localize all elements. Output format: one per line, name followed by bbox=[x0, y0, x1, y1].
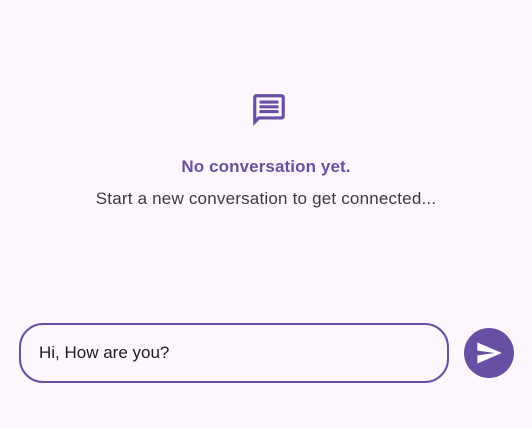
chat-screen: No conversation yet. Start a new convers… bbox=[0, 0, 532, 428]
message-input[interactable] bbox=[19, 323, 449, 383]
chat-bubble-icon bbox=[253, 94, 285, 126]
send-button[interactable] bbox=[464, 328, 514, 378]
empty-state-subtitle: Start a new conversation to get connecte… bbox=[95, 189, 437, 208]
send-icon bbox=[477, 342, 502, 364]
empty-state-title: No conversation yet. bbox=[181, 157, 351, 176]
